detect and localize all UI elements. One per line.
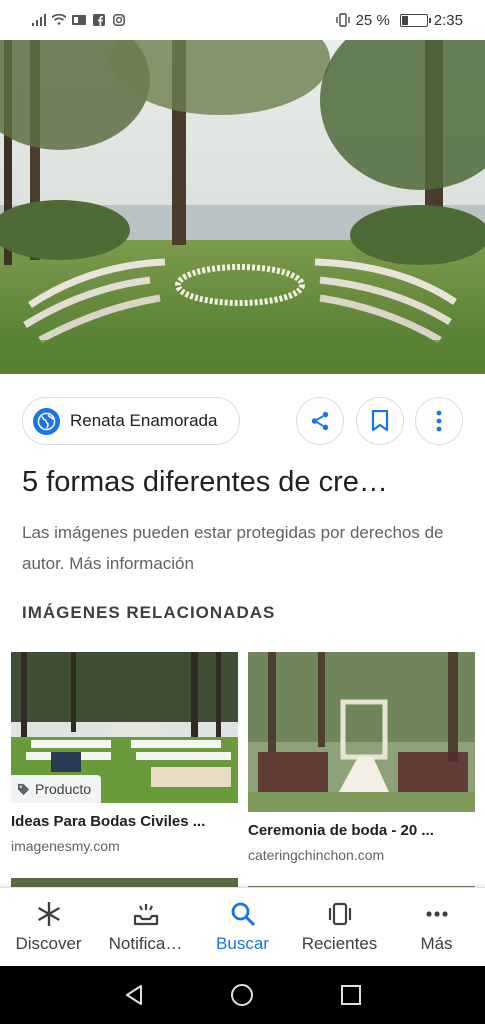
product-badge-label: Producto: [35, 781, 92, 797]
related-thumbnail[interactable]: [248, 652, 475, 812]
more-horiz-icon: [425, 911, 448, 917]
related-image-card[interactable]: Ceremonia de boda - 20 ... cateringchinc…: [248, 652, 475, 863]
related-thumbnail[interactable]: Producto: [11, 652, 238, 803]
hero-image[interactable]: [0, 40, 485, 374]
back-icon[interactable]: [123, 983, 145, 1007]
result-title[interactable]: 5 formas diferentes de cre…: [22, 466, 462, 499]
wifi-icon: [52, 14, 66, 26]
nav-search[interactable]: Buscar: [198, 900, 288, 954]
nav-label: Más: [420, 934, 453, 953]
product-badge: Producto: [11, 775, 102, 803]
status-icons-right: 25 % 2:35: [335, 11, 463, 29]
globe-icon: [33, 407, 60, 435]
bottom-navigation: Discover Notifica… Buscar Recientes Más: [0, 887, 485, 966]
related-host: imagenesmy.com: [11, 838, 120, 854]
instagram-icon: [113, 14, 125, 26]
nav-discover[interactable]: Discover: [4, 900, 94, 954]
source-chip[interactable]: Renata Enamorada: [22, 397, 240, 445]
nav-notifications[interactable]: Notifica…: [101, 900, 191, 954]
asterisk-icon: [37, 902, 60, 926]
search-icon: [231, 902, 255, 927]
nav-recents[interactable]: Recientes: [295, 900, 385, 954]
tag-icon: [17, 783, 30, 795]
nav-label: Discover: [15, 934, 82, 953]
nav-label: Buscar: [216, 934, 269, 953]
more-vert-icon: [436, 410, 442, 432]
more-options-button[interactable]: [415, 397, 463, 445]
copyright-notice[interactable]: Las imágenes pueden estar protegidas por…: [22, 517, 467, 579]
bookmark-icon: [371, 410, 389, 432]
source-name: Renata Enamorada: [70, 411, 218, 430]
data-icon: [72, 15, 86, 25]
overview-icon[interactable]: [340, 984, 362, 1006]
related-caption[interactable]: Ideas Para Bodas Civiles ...: [11, 813, 238, 830]
share-button[interactable]: [296, 397, 344, 445]
battery-icon: [399, 13, 431, 27]
recents-icon: [328, 902, 351, 926]
wedding-ceremony-photo: [0, 40, 485, 374]
notifications-icon: [133, 904, 158, 926]
status-icons-left: [32, 14, 126, 26]
signal-icon: [32, 14, 46, 26]
nav-label: Recientes: [301, 934, 378, 953]
facebook-icon: [93, 14, 105, 26]
home-icon[interactable]: [230, 983, 254, 1007]
system-navigation-bar: [0, 966, 485, 1024]
nav-label: Notifica…: [108, 934, 183, 953]
status-bar: 25 % 2:35: [0, 0, 485, 40]
status-time: 2:35: [433, 11, 463, 29]
share-icon: [311, 411, 329, 431]
nav-more[interactable]: Más: [392, 900, 482, 954]
battery-percent: 25 %: [355, 11, 390, 29]
related-image-card[interactable]: Producto Ideas Para Bodas Civiles ... im…: [11, 652, 238, 854]
related-host: cateringchinchon.com: [248, 847, 385, 863]
save-button[interactable]: [356, 397, 404, 445]
vibrate-icon: [335, 13, 350, 27]
related-images-heading: IMÁGENES RELACIONADAS: [22, 603, 276, 622]
related-caption[interactable]: Ceremonia de boda - 20 ...: [248, 822, 475, 839]
